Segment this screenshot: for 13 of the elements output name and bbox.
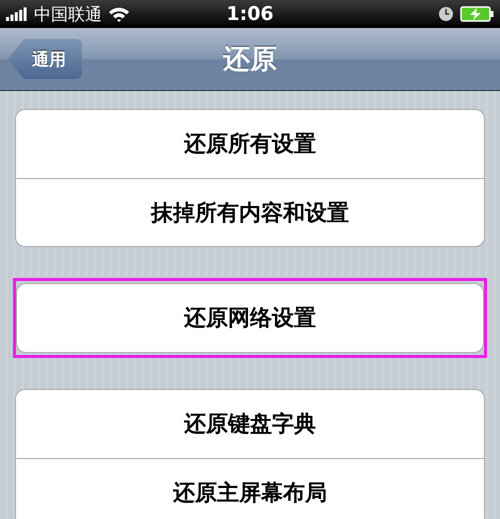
settings-row[interactable]: 抹掉所有内容和设置 bbox=[16, 178, 484, 246]
wifi-icon bbox=[108, 6, 130, 22]
settings-row[interactable]: 还原主屏幕布局 bbox=[16, 458, 484, 519]
clock-icon bbox=[438, 6, 454, 22]
battery-icon bbox=[460, 6, 494, 22]
clock-time: 1:06 bbox=[226, 3, 274, 25]
page-title: 还原 bbox=[223, 43, 277, 77]
back-button[interactable]: 通用 bbox=[8, 39, 82, 79]
settings-row[interactable]: 还原键盘字典 bbox=[16, 390, 484, 458]
settings-row[interactable]: 还原所有设置 bbox=[16, 110, 484, 178]
settings-row[interactable]: 还原网络设置 bbox=[17, 284, 483, 352]
signal-icon bbox=[6, 7, 28, 21]
carrier-name: 中国联通 bbox=[34, 4, 102, 26]
